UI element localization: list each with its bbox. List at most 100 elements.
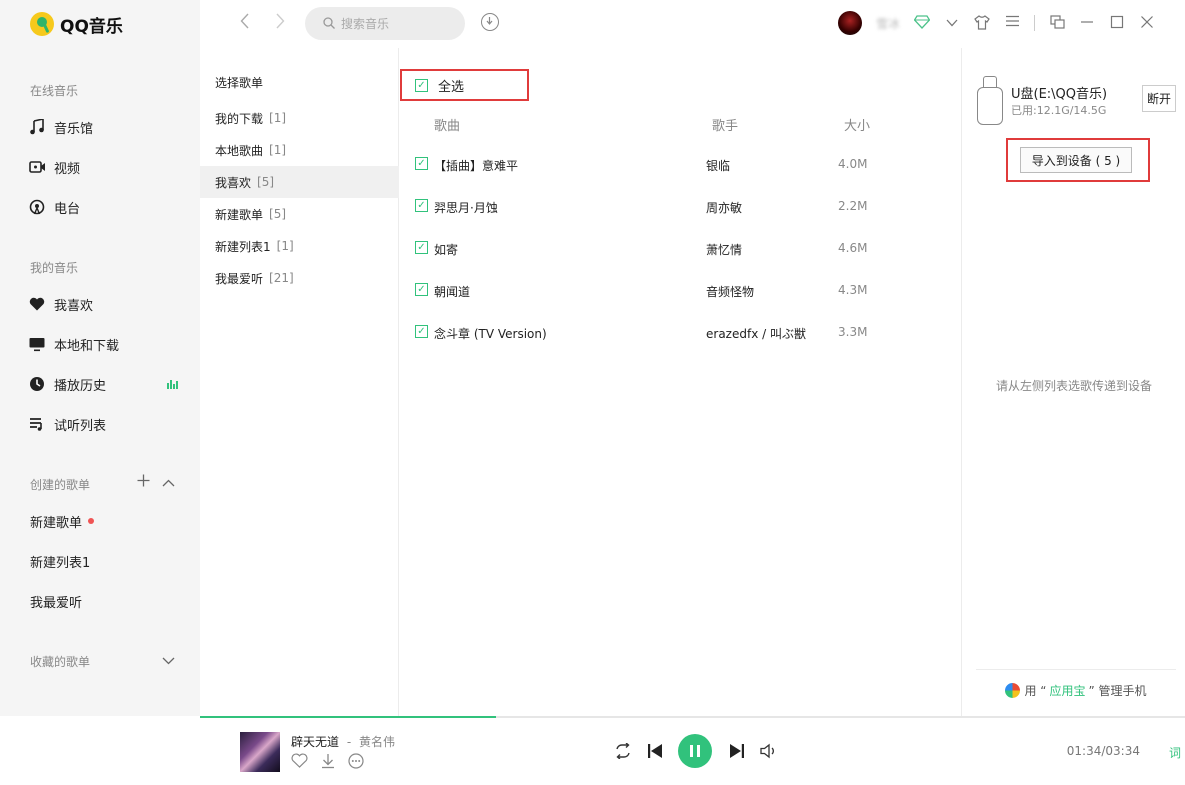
more-options-icon[interactable]: [348, 753, 364, 773]
expand-chevron-down-icon[interactable]: [162, 650, 175, 669]
disconnect-button[interactable]: 断开: [1142, 85, 1176, 112]
select-all-checkbox[interactable]: ✓ 全选: [400, 69, 529, 101]
user-avatar[interactable]: [837, 11, 862, 35]
sidebar-item-liked[interactable]: 我喜欢: [28, 292, 178, 316]
column-header-title[interactable]: 歌曲: [434, 115, 460, 134]
playlist-item[interactable]: 新建歌单 [5]: [200, 198, 399, 230]
yingyongbao-link[interactable]: 应用宝: [1049, 682, 1085, 699]
app-logo[interactable]: QQ音乐: [30, 12, 123, 37]
playlist-count: [5]: [269, 207, 287, 221]
maximize-icon[interactable]: [1109, 15, 1125, 31]
sidebar-created-item[interactable]: 我最爱听: [30, 589, 180, 613]
add-playlist-icon[interactable]: [137, 472, 150, 491]
sidebar-item-history[interactable]: 播放历史: [28, 372, 178, 396]
song-list: ✓ 全选 歌曲 歌手 大小 ✓ 【插曲】意难平 银临 4.0M ✓ 羿思月·月蚀…: [400, 48, 960, 716]
clock-icon: [28, 375, 46, 393]
lyrics-button[interactable]: 词: [1169, 744, 1181, 761]
playlist-count: [1]: [269, 111, 287, 125]
top-right-tools: 雪冰: [837, 10, 1155, 36]
pause-button[interactable]: [678, 734, 712, 768]
playback-progress-bar[interactable]: [200, 716, 1185, 718]
sidebar-item-label: 新建列表1: [30, 555, 91, 571]
sidebar-item-local-download[interactable]: 本地和下载: [28, 332, 178, 356]
sidebar-item-label: 音乐馆: [54, 121, 94, 137]
playlist-item[interactable]: 我最爱听 [21]: [200, 262, 399, 294]
sidebar-item-trial-list[interactable]: 试听列表: [28, 412, 178, 436]
song-row[interactable]: ✓ 念斗章 (TV Version) erazedfx / 叫ぶ獣 3.3M: [400, 311, 960, 353]
monitor-icon: [28, 335, 46, 353]
playlist-selector-title: 选择歌单: [215, 76, 264, 90]
sidebar-item-label: 视频: [54, 161, 81, 177]
created-group-tools: [137, 472, 175, 491]
column-header-size[interactable]: 大小: [844, 115, 870, 134]
import-to-device-button[interactable]: 导入到设备 ( 5 ): [1020, 147, 1132, 173]
playlist-count: [21]: [269, 271, 294, 285]
song-size: 4.6M: [838, 241, 868, 255]
song-actions: [291, 753, 364, 773]
song-checkbox[interactable]: ✓: [415, 283, 428, 296]
qq-music-logo-icon: [30, 12, 54, 36]
playlist-item[interactable]: 新建列表1 [1]: [200, 230, 399, 262]
playlist-item[interactable]: 本地歌曲 [1]: [200, 134, 399, 166]
like-heart-icon[interactable]: [291, 753, 308, 773]
vip-diamond-icon[interactable]: [913, 15, 931, 31]
song-artist: erazedfx / 叫ぶ獣: [706, 327, 806, 341]
playlist-item-selected[interactable]: 我喜欢 [5]: [200, 166, 399, 198]
toolbar-separator: [1034, 15, 1035, 31]
minimize-icon[interactable]: [1079, 15, 1095, 31]
volume-icon[interactable]: [760, 734, 777, 768]
sidebar-item-label: 本地和下载: [54, 338, 120, 354]
close-icon[interactable]: [1139, 15, 1155, 31]
sidebar-item-radio[interactable]: 电台: [28, 195, 178, 219]
search-input[interactable]: [341, 16, 451, 31]
group-created-playlists: 创建的歌单: [30, 478, 91, 492]
playlist-name: 新建歌单: [215, 207, 264, 222]
voice-search-icon[interactable]: [481, 13, 499, 31]
now-playing-artist[interactable]: 黄名伟: [359, 735, 395, 749]
mini-mode-icon[interactable]: [1049, 15, 1065, 31]
song-size: 2.2M: [838, 199, 868, 213]
device-storage-used: 已用:12.1G/14.5G: [1011, 104, 1107, 117]
radio-icon: [28, 198, 46, 216]
account-dropdown-chevron-icon[interactable]: [944, 15, 960, 31]
sidebar-created-item[interactable]: 新建歌单: [30, 509, 180, 533]
username[interactable]: 雪冰: [876, 15, 900, 32]
search-box[interactable]: [305, 7, 465, 40]
heart-icon: [28, 295, 46, 313]
collapse-chevron-up-icon[interactable]: [162, 472, 175, 491]
playlist-item[interactable]: 我的下载 [1]: [200, 102, 399, 134]
collected-group-tools: [162, 650, 175, 669]
sidebar-item-label: 我最爱听: [30, 595, 83, 611]
column-header-artist[interactable]: 歌手: [712, 115, 738, 134]
song-title: 念斗章 (TV Version): [434, 327, 547, 341]
playlist-count: [1]: [269, 143, 287, 157]
song-checkbox[interactable]: ✓: [415, 157, 428, 170]
playlist-selector: 选择歌单 我的下载 [1] 本地歌曲 [1] 我喜欢 [5] 新建歌单 [5] …: [200, 48, 399, 716]
download-icon[interactable]: [320, 753, 336, 773]
main-menu-icon[interactable]: [1004, 15, 1020, 31]
now-playing-title[interactable]: 辟天无道: [291, 735, 339, 749]
song-row[interactable]: ✓ 如寄 萧忆情 4.6M: [400, 227, 960, 269]
previous-track-icon[interactable]: [647, 734, 663, 768]
sidebar-item-music-hall[interactable]: 音乐馆: [28, 115, 178, 139]
sidebar-item-label: 电台: [54, 201, 81, 217]
song-checkbox[interactable]: ✓: [415, 199, 428, 212]
forward-arrow-icon[interactable]: [270, 13, 290, 33]
song-size: 3.3M: [838, 325, 868, 339]
song-row[interactable]: ✓ 【插曲】意难平 银临 4.0M: [400, 143, 960, 185]
song-checkbox[interactable]: ✓: [415, 325, 428, 338]
sidebar-item-label: 新建歌单: [30, 515, 83, 531]
next-track-icon[interactable]: [729, 734, 745, 768]
skin-tshirt-icon[interactable]: [974, 15, 990, 31]
album-cover[interactable]: [240, 732, 280, 772]
song-row[interactable]: ✓ 羿思月·月蚀 周亦敏 2.2M: [400, 185, 960, 227]
loop-mode-icon[interactable]: [614, 734, 632, 768]
select-all-label: 全选: [438, 79, 465, 95]
back-arrow-icon[interactable]: [235, 13, 255, 33]
sidebar-item-video[interactable]: 视频: [28, 155, 178, 179]
sidebar-created-item[interactable]: 新建列表1: [30, 549, 180, 573]
now-playing-info: 辟天无道 - 黄名伟: [291, 733, 395, 750]
app-store-footer: 用 “ 应用宝 ” 管理手机: [976, 669, 1176, 699]
song-checkbox[interactable]: ✓: [415, 241, 428, 254]
song-row[interactable]: ✓ 朝闻道 音频怪物 4.3M: [400, 269, 960, 311]
